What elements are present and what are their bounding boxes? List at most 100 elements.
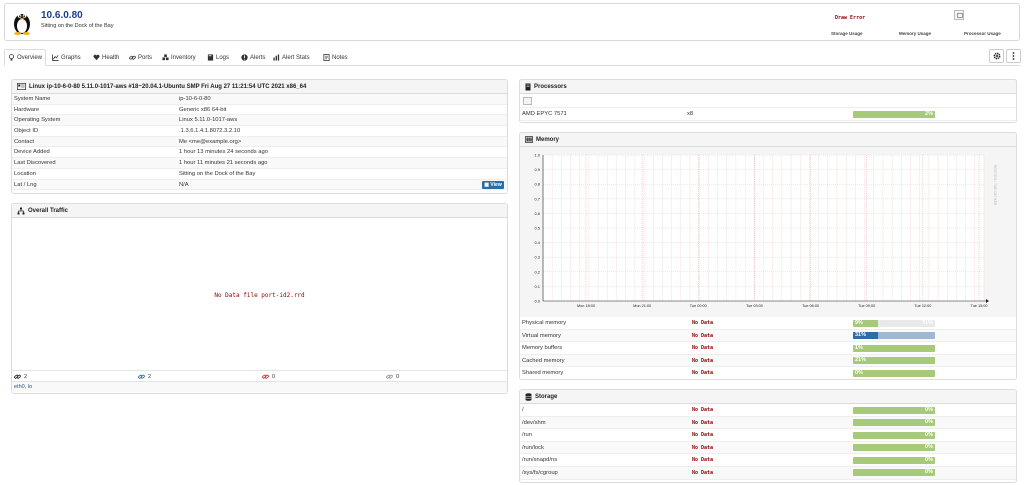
view-button-label: View bbox=[490, 182, 502, 188]
tab-alert-stats[interactable]: Alert Stats bbox=[270, 49, 313, 66]
link-down-icon bbox=[262, 374, 269, 379]
storage-row[interactable]: / No Data 0% bbox=[520, 404, 1016, 417]
processor-row[interactable]: AMD EPYC 7571 x8 2% bbox=[520, 108, 1016, 121]
note-icon bbox=[323, 54, 330, 61]
storage-status: No Data bbox=[692, 469, 714, 476]
storage-row[interactable]: /run/lock No Data 0% bbox=[520, 441, 1016, 455]
memory-graph[interactable]: 0.0 0.1 0.2 0.3 0.4 0.5 0.6 0.7 0.8 0.9 1.0 Mon 18… bbox=[520, 147, 1016, 317]
memory-usage-left: 31% bbox=[855, 332, 867, 339]
storage-row[interactable]: /dev/shm No Data 0% bbox=[520, 416, 1016, 430]
x-tick-label: Tue 15:00 bbox=[971, 304, 988, 308]
tab-overview[interactable]: Overview bbox=[4, 49, 47, 66]
cubes-icon bbox=[162, 54, 169, 61]
memory-name: Shared memory bbox=[522, 370, 564, 377]
storage-row[interactable]: /run No Data 0% bbox=[520, 429, 1016, 442]
overall-traffic-panel: Overall Traffic No Data file port-id2.rr… bbox=[11, 203, 508, 394]
link-icon bbox=[14, 374, 21, 379]
device-tabs: Overview Graphs Health Ports Inventory L… bbox=[4, 49, 1020, 66]
x-tick-label: Tue 03:00 bbox=[746, 304, 763, 308]
ports-down[interactable]: 0 bbox=[262, 373, 275, 380]
memory-usage-bar: 0% bbox=[853, 369, 935, 377]
device-location: Sitting on the Dock of the Bay bbox=[41, 23, 114, 29]
storage-panel: Storage / No Data 0% /dev/shm No Data 0% /ru… bbox=[519, 389, 1017, 483]
overview-row-system-name: System Name ip-10-6-0-80 bbox=[12, 94, 507, 105]
ports-up[interactable]: 2 bbox=[138, 373, 151, 380]
storage-usage-graph[interactable]: Draw Error bbox=[835, 15, 865, 21]
device-hostname[interactable]: 10.6.0.80 bbox=[41, 10, 83, 21]
storage-usage-label: Storage Usage bbox=[831, 31, 863, 36]
os-description: Linux ip-10-6-0-80 5.11.0-1017-aws #18~2… bbox=[29, 83, 307, 90]
row-key: Device Added bbox=[14, 149, 50, 156]
tab-graphs[interactable]: Graphs bbox=[49, 49, 84, 66]
memory-chip-icon bbox=[525, 136, 533, 143]
storage-usage-bar: 0% bbox=[853, 456, 935, 464]
x-tick-label: Tue 12:00 bbox=[914, 304, 931, 308]
memory-table: Physical memory No Data 9% 31% Virtual m… bbox=[520, 317, 1016, 379]
overview-panel-header: Linux ip-10-6-0-80 5.11.0-1017-aws #18~2… bbox=[12, 80, 507, 94]
x-tick-label: Tue 00:00 bbox=[690, 304, 707, 308]
memory-row-cached[interactable]: Cached memory No Data 21% bbox=[520, 354, 1016, 368]
bar-chart-icon bbox=[273, 54, 280, 61]
tab-ports[interactable]: Ports bbox=[126, 49, 155, 66]
memory-row-physical[interactable]: Physical memory No Data 9% 31% bbox=[520, 317, 1016, 330]
storage-usage-value: 0% bbox=[925, 456, 933, 463]
memory-usage-bar: 31% bbox=[853, 332, 935, 340]
link-disabled-icon bbox=[386, 374, 393, 379]
memory-panel-header: Memory bbox=[520, 133, 1016, 147]
storage-row[interactable]: /run/snapd/ns No Data 0% bbox=[520, 454, 1016, 467]
ports-total[interactable]: 2 bbox=[14, 373, 27, 380]
memory-row-shared[interactable]: Shared memory No Data 0% bbox=[520, 367, 1016, 379]
x-tick-label: Tue 06:00 bbox=[802, 304, 819, 308]
memory-name: Physical memory bbox=[522, 320, 567, 326]
traffic-title: Overall Traffic bbox=[28, 207, 69, 214]
settings-button[interactable] bbox=[989, 49, 1004, 63]
memory-panel: Memory 0.0 0.1 0.2 0.3 0.4 0.5 0.6 0.7 0.8 0.9 1.0… bbox=[519, 132, 1017, 380]
y-tick-label: 0.2 bbox=[534, 269, 540, 274]
tab-label: Graphs bbox=[61, 54, 81, 61]
storage-usage-value: 0% bbox=[925, 431, 933, 438]
gear-icon bbox=[993, 52, 1000, 60]
memory-status: No Data bbox=[692, 320, 714, 326]
tab-logs[interactable]: Logs bbox=[204, 49, 232, 66]
processor-graph-thumbnail-icon[interactable] bbox=[523, 97, 532, 105]
tab-notes[interactable]: Notes bbox=[320, 49, 351, 66]
sitemap-icon bbox=[17, 207, 25, 214]
ports-disabled-count: 0 bbox=[396, 373, 400, 380]
memory-status: No Data bbox=[692, 345, 714, 352]
view-map-button[interactable]: ▦ View bbox=[482, 181, 504, 189]
processors-title: Processors bbox=[534, 83, 567, 90]
interface-list[interactable]: eth0, lo bbox=[12, 381, 507, 392]
storage-status: No Data bbox=[692, 419, 714, 426]
storage-usage-value: 0% bbox=[925, 444, 933, 451]
tab-health[interactable]: Health bbox=[90, 49, 122, 66]
traffic-panel-header: Overall Traffic bbox=[12, 204, 507, 218]
tab-inventory[interactable]: Inventory bbox=[159, 49, 199, 66]
more-options-button[interactable] bbox=[1006, 49, 1021, 63]
tab-label: Ports bbox=[138, 54, 153, 61]
row-value: Linux 5.11.0-1017-aws bbox=[179, 117, 238, 124]
memory-row-virtual[interactable]: Virtual memory No Data 31% bbox=[520, 329, 1016, 343]
storage-row[interactable]: /sys/fs/cgroup No Data 0% bbox=[520, 466, 1016, 480]
x-tick-label: Mon 21:00 bbox=[633, 304, 651, 308]
x-tick-label: Tue 09:00 bbox=[858, 304, 875, 308]
memory-usage-right: 31% bbox=[921, 319, 933, 326]
y-tick-label: 0.5 bbox=[534, 226, 540, 231]
tab-alerts[interactable]: Alerts bbox=[238, 49, 268, 66]
book-icon bbox=[207, 54, 214, 61]
overview-table: System Name ip-10-6-0-80 Hardware Generic … bbox=[12, 94, 507, 191]
overview-row-hardware: Hardware Generic x86 64-bit bbox=[12, 105, 507, 116]
processor-graph-thumbnail-icon[interactable] bbox=[954, 10, 964, 20]
memory-row-buffers[interactable]: Memory buffers No Data 1% bbox=[520, 342, 1016, 355]
y-tick-label: 0.7 bbox=[534, 196, 540, 201]
tab-label: Logs bbox=[216, 54, 230, 61]
link-up-icon bbox=[138, 374, 145, 379]
lightbulb-icon bbox=[9, 54, 14, 61]
row-key: System Name bbox=[14, 96, 51, 102]
linux-tux-icon bbox=[14, 14, 30, 35]
overview-row-device-added: Device Added 1 hour 13 minutes 24 seconds… bbox=[12, 147, 507, 159]
tab-label: Alert Stats bbox=[282, 54, 310, 61]
memory-usage-bar: 21% bbox=[853, 357, 935, 365]
memory-status: No Data bbox=[692, 370, 714, 377]
overview-row-object-id: Object ID .1.3.6.1.4.1.8072.3.2.10 bbox=[12, 126, 507, 137]
ports-disabled[interactable]: 0 bbox=[386, 373, 399, 380]
